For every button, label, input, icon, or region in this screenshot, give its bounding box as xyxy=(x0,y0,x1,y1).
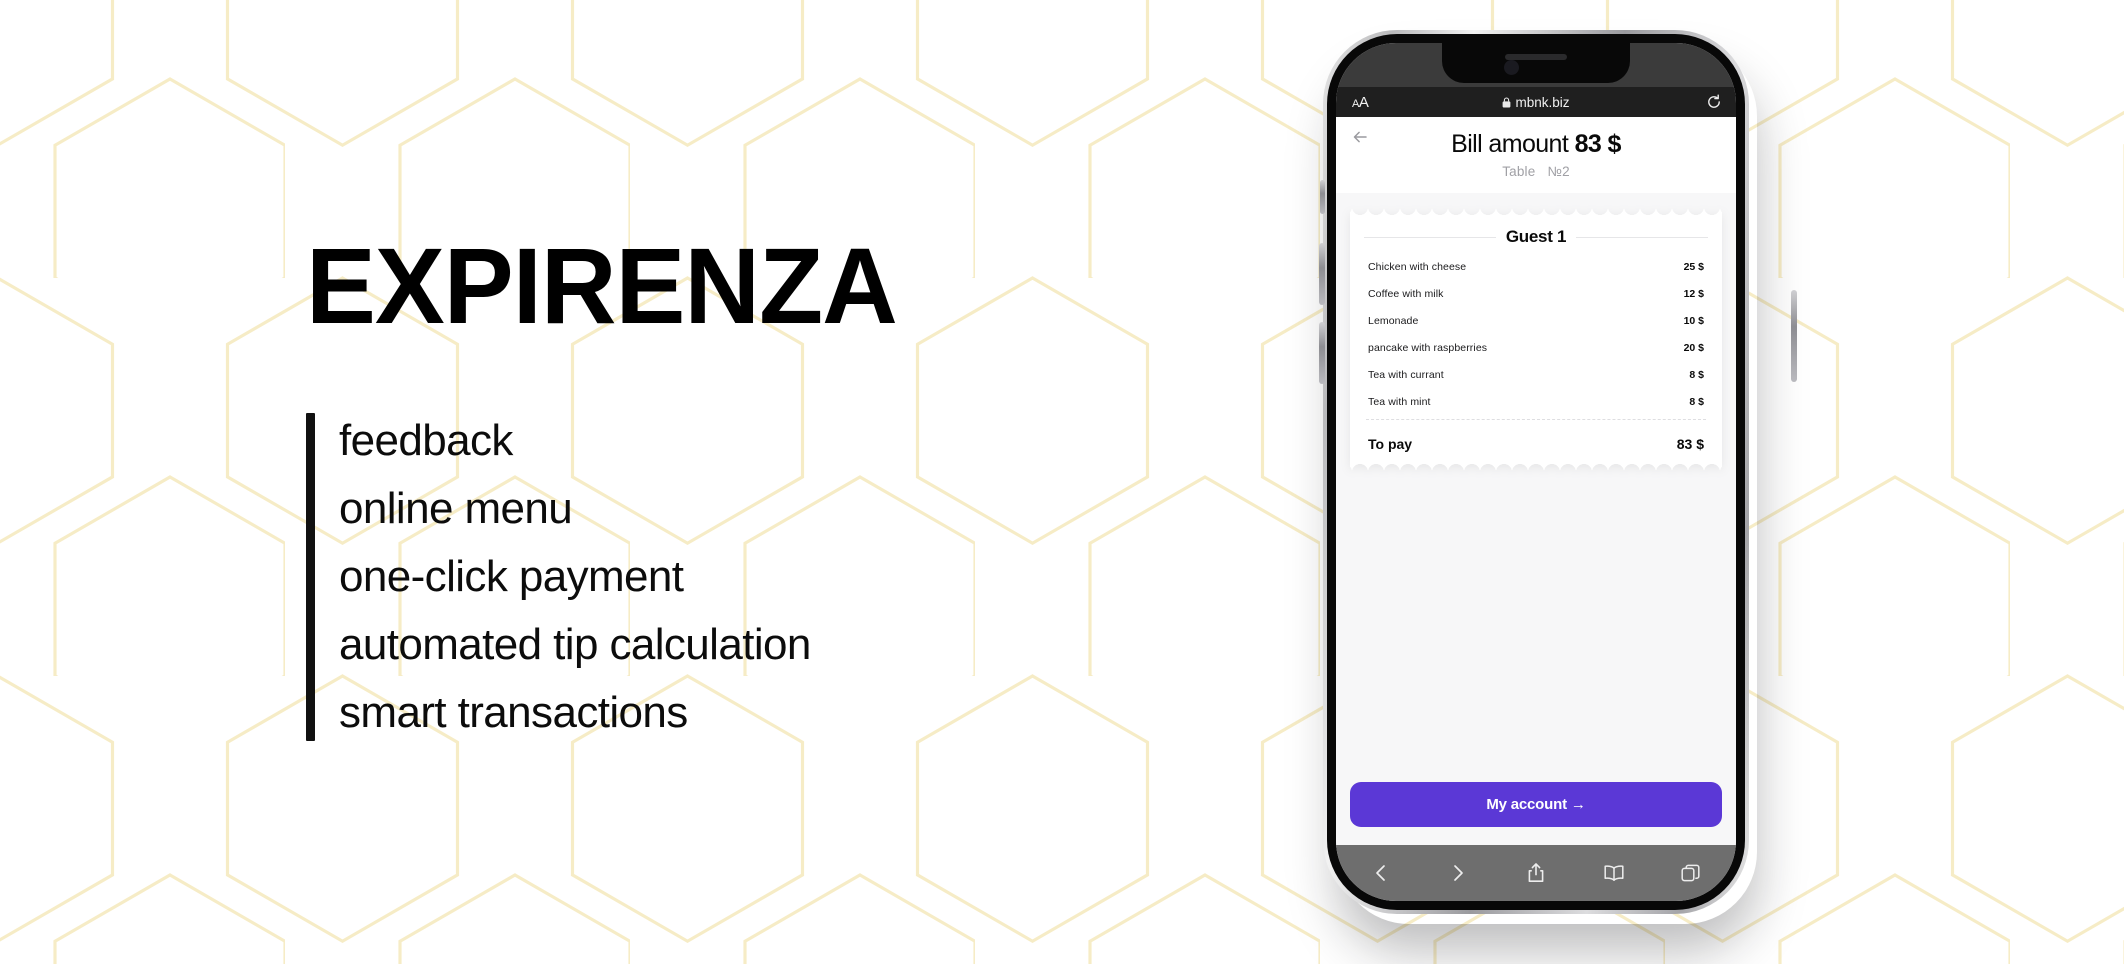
total-value: 83 $ xyxy=(1676,436,1704,452)
item-name: pancake with raspberries xyxy=(1368,341,1488,354)
feature-list-accent-bar xyxy=(306,413,315,741)
item-price: 25 $ xyxy=(1683,260,1704,273)
front-camera-icon xyxy=(1504,60,1519,75)
receipt-item-row: Tea with currant 8 $ xyxy=(1364,361,1708,388)
promo-panel: EXPIRENZA feedback online menu one-click… xyxy=(0,0,1000,964)
feature-item-automated-tip-calculation: automated tip calculation xyxy=(339,620,811,669)
notch xyxy=(1442,43,1630,83)
bill-title-amount: 83 $ xyxy=(1574,130,1622,158)
receipt-item-row: Lemonade 10 $ xyxy=(1364,307,1708,334)
url-text: mbnk.biz xyxy=(1515,94,1570,110)
feature-item-one-click-payment: one-click payment xyxy=(339,552,684,601)
guest-header: Guest 1 xyxy=(1364,227,1709,247)
receipt-item-row: Tea with mint 8 $ xyxy=(1364,388,1708,415)
brand-title: EXPIRENZA xyxy=(306,225,898,346)
phone-mockup: AA mbnk.biz Bill amount 83 $ Table №2 Gu… xyxy=(1319,30,1797,942)
guest-rule-right xyxy=(1576,236,1709,238)
volume-up-button[interactable] xyxy=(1319,243,1325,305)
lock-icon xyxy=(1502,96,1511,108)
url-display[interactable]: mbnk.biz xyxy=(1336,95,1736,110)
browser-toolbar xyxy=(1336,845,1736,901)
item-price: 12 $ xyxy=(1683,287,1704,300)
page-header: Bill amount 83 $ Table №2 xyxy=(1336,117,1736,193)
feature-item-feedback: feedback xyxy=(339,416,513,465)
receipt-card-wrapper: Guest 1 Chicken with cheese 25 $ Coffee … xyxy=(1350,207,1722,472)
earpiece-speaker-icon xyxy=(1505,54,1567,60)
feature-item-online-menu: online menu xyxy=(339,484,573,533)
phone-screen: AA mbnk.biz Bill amount 83 $ Table №2 Gu… xyxy=(1336,43,1736,901)
cta-wrapper: My account → xyxy=(1350,782,1722,827)
page-title: Bill amount 83 $ xyxy=(1336,129,1736,159)
receipt-items: Chicken with cheese 25 $ Coffee with mil… xyxy=(1364,253,1708,415)
browser-url-bar[interactable]: AA mbnk.biz xyxy=(1336,87,1736,117)
item-name: Tea with mint xyxy=(1368,395,1431,408)
table-label: Table xyxy=(1502,164,1536,179)
item-price: 10 $ xyxy=(1683,314,1704,327)
receipt-card: Guest 1 Chicken with cheese 25 $ Coffee … xyxy=(1350,207,1722,472)
item-name: Chicken with cheese xyxy=(1368,260,1467,273)
power-button[interactable] xyxy=(1791,290,1797,382)
mute-switch[interactable] xyxy=(1320,180,1325,214)
receipt-item-row: pancake with raspberries 20 $ xyxy=(1364,334,1708,361)
item-price: 20 $ xyxy=(1683,341,1704,354)
item-name: Lemonade xyxy=(1368,314,1419,327)
total-row: To pay 83 $ xyxy=(1364,420,1708,472)
item-price: 8 $ xyxy=(1689,395,1704,408)
my-account-button[interactable]: My account → xyxy=(1350,782,1722,827)
feature-list-block: feedback online menu one-click payment a… xyxy=(306,413,811,741)
chevron-left-icon[interactable] xyxy=(1370,862,1392,884)
book-icon[interactable] xyxy=(1603,862,1625,884)
total-label: To pay xyxy=(1368,436,1413,452)
share-icon[interactable] xyxy=(1525,862,1547,884)
bill-title-label: Bill amount xyxy=(1451,130,1569,158)
reload-icon[interactable] xyxy=(1706,94,1722,110)
guest-rule-left xyxy=(1364,236,1496,238)
volume-down-button[interactable] xyxy=(1319,322,1325,384)
table-number: №2 xyxy=(1547,164,1570,179)
feature-list: feedback online menu one-click payment a… xyxy=(339,413,811,741)
table-subtitle: Table №2 xyxy=(1336,164,1736,179)
web-page: Bill amount 83 $ Table №2 Guest 1 Chicke… xyxy=(1336,117,1736,845)
item-name: Coffee with milk xyxy=(1368,287,1444,300)
receipt-item-row: Chicken with cheese 25 $ xyxy=(1364,253,1708,280)
chevron-right-icon[interactable] xyxy=(1447,862,1469,884)
item-name: Tea with currant xyxy=(1368,368,1444,381)
arrow-left-icon[interactable] xyxy=(1350,127,1370,147)
feature-item-smart-transactions: smart transactions xyxy=(339,688,688,737)
receipt-item-row: Coffee with milk 12 $ xyxy=(1364,280,1708,307)
tabs-icon[interactable] xyxy=(1680,862,1702,884)
item-price: 8 $ xyxy=(1689,368,1704,381)
guest-label: Guest 1 xyxy=(1505,227,1567,246)
